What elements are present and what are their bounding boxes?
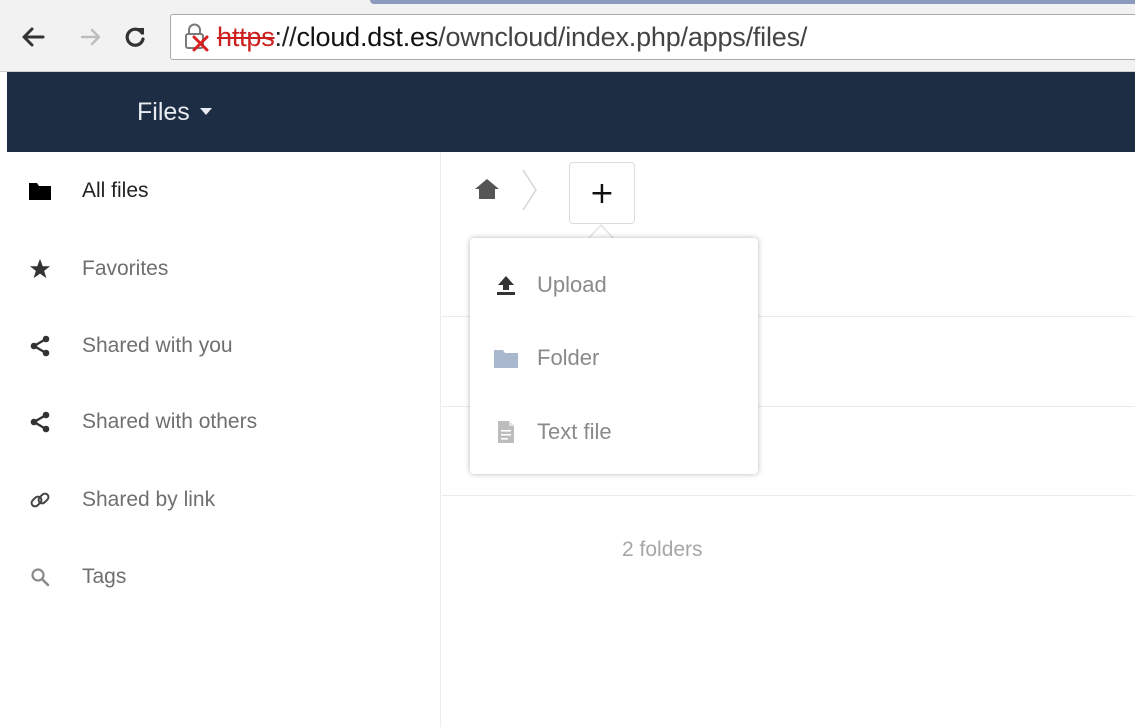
share-icon bbox=[27, 409, 53, 435]
arrow-right-icon bbox=[80, 28, 101, 46]
sidebar-item-shared-with-others[interactable]: Shared with others bbox=[7, 397, 441, 447]
url-path: /owncloud/index.php/apps/files/ bbox=[438, 21, 808, 52]
sidebar-item-label: Shared with others bbox=[82, 410, 258, 433]
url-scheme: https bbox=[217, 21, 275, 52]
sidebar-item-label: Shared with you bbox=[82, 334, 233, 357]
menu-item-text-file[interactable]: Text file bbox=[470, 402, 758, 462]
arrow-left-icon bbox=[22, 27, 45, 47]
sidebar-item-shared-by-link[interactable]: Shared by link bbox=[7, 475, 441, 525]
forward-button[interactable] bbox=[76, 22, 106, 52]
menu-item-label: Text file bbox=[537, 419, 612, 444]
file-row-divider bbox=[442, 495, 1135, 496]
app-header: Files bbox=[7, 72, 1135, 152]
share-icon bbox=[27, 333, 53, 359]
sidebar-item-label: Tags bbox=[82, 565, 127, 588]
sidebar-item-favorites[interactable]: Favorites bbox=[7, 244, 441, 294]
caret-down-icon bbox=[199, 108, 212, 115]
url-separator: :// bbox=[274, 21, 297, 52]
app-menu-label: Files bbox=[137, 97, 190, 126]
sidebar-item-label: Favorites bbox=[82, 257, 169, 280]
text-file-icon bbox=[492, 418, 520, 446]
url-host: cloud.dst.es bbox=[296, 21, 439, 52]
menu-item-upload[interactable]: Upload bbox=[470, 255, 758, 315]
broken-lock-icon[interactable] bbox=[181, 22, 211, 52]
link-icon bbox=[27, 487, 53, 513]
url-text[interactable]: https://cloud.dst.es/owncloud/index.php/… bbox=[217, 22, 807, 53]
sidebar-item-label: All files bbox=[82, 179, 149, 202]
menu-item-folder[interactable]: Folder bbox=[470, 328, 758, 388]
browser-toolbar: https://cloud.dst.es/owncloud/index.php/… bbox=[0, 0, 1135, 72]
new-file-button[interactable]: + bbox=[569, 162, 635, 224]
folder-icon bbox=[492, 344, 520, 372]
search-icon bbox=[27, 564, 53, 590]
tab-strip-edge bbox=[370, 0, 1135, 4]
file-summary: 2 folders bbox=[622, 538, 703, 561]
menu-item-label: Upload bbox=[537, 272, 607, 297]
folder-icon bbox=[27, 178, 53, 204]
app-menu-toggle[interactable]: Files bbox=[137, 96, 212, 128]
app-navigation: All files Favorites Shared with you Shar… bbox=[7, 152, 441, 727]
star-icon bbox=[27, 256, 53, 282]
sidebar-item-label: Shared by link bbox=[82, 488, 216, 511]
reload-button[interactable] bbox=[120, 22, 150, 52]
breadcrumb-home[interactable] bbox=[472, 174, 502, 204]
upload-icon bbox=[492, 271, 520, 299]
new-file-menu: Upload Folder Text file bbox=[470, 238, 758, 474]
sidebar-item-tags[interactable]: Tags bbox=[7, 552, 441, 602]
home-icon bbox=[475, 179, 499, 199]
sidebar-item-all-files[interactable]: All files bbox=[7, 166, 441, 216]
address-bar[interactable]: https://cloud.dst.es/owncloud/index.php/… bbox=[170, 14, 1135, 60]
reload-icon bbox=[125, 27, 145, 47]
breadcrumb-separator bbox=[522, 169, 537, 211]
menu-item-label: Folder bbox=[537, 345, 600, 370]
sidebar-item-shared-with-you[interactable]: Shared with you bbox=[7, 321, 441, 371]
back-button[interactable] bbox=[18, 22, 48, 52]
